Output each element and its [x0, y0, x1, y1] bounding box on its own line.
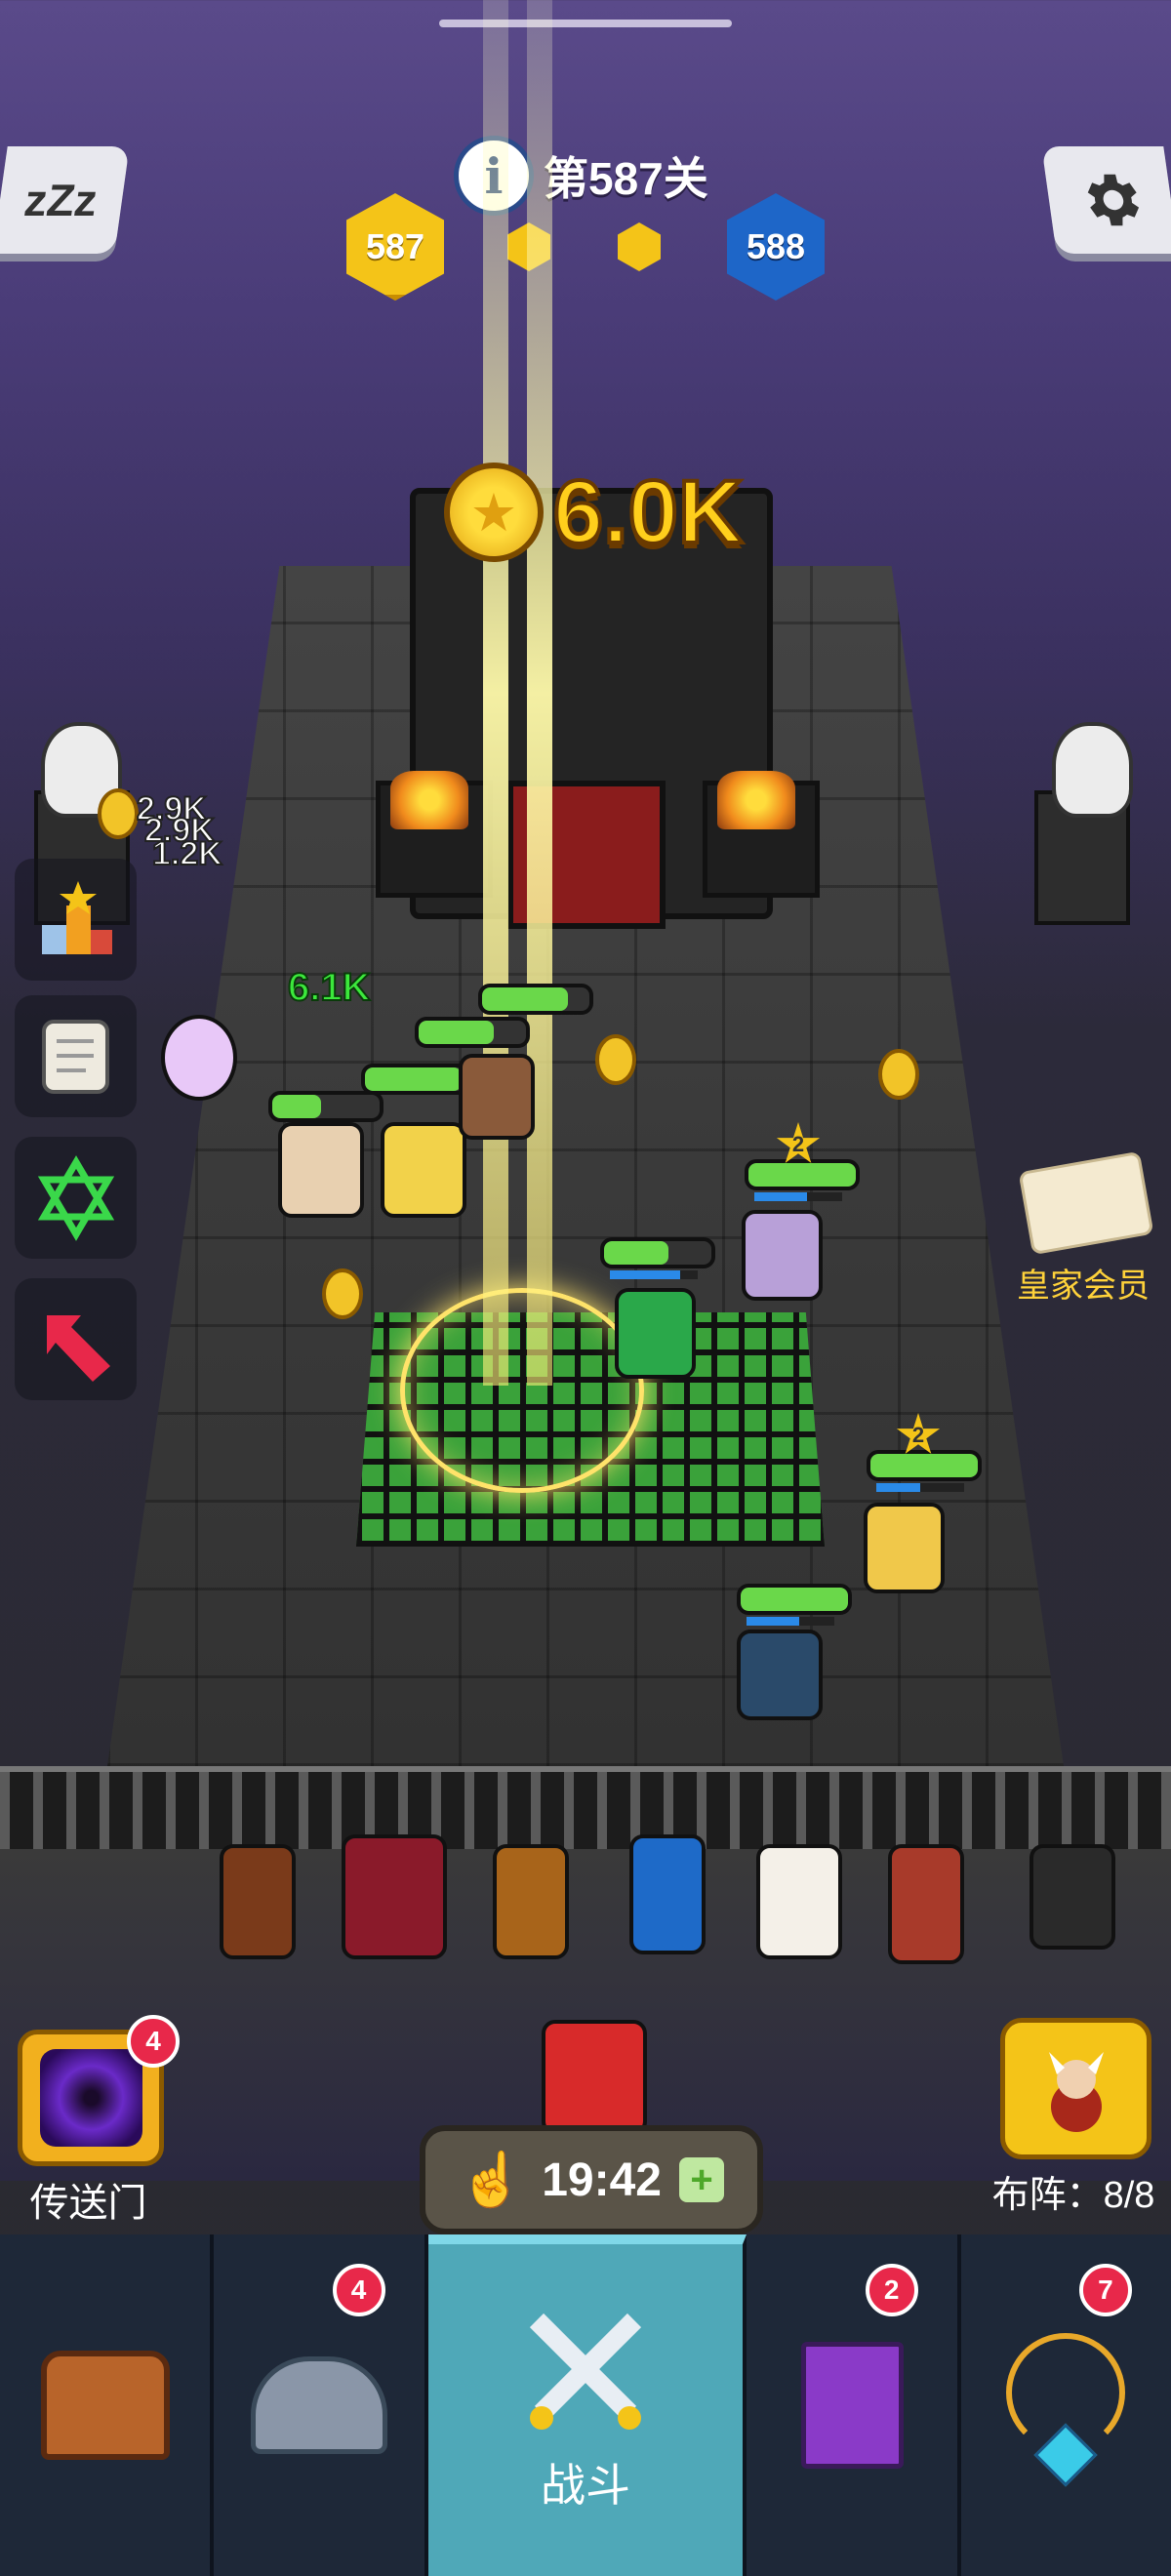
nav-badge: 2 [865, 2264, 918, 2316]
reward-amount: 6.0K [551, 461, 745, 564]
enemy-unit-blue [737, 1630, 823, 1720]
nav-badge: 4 [332, 2264, 385, 2316]
red-arrow-icon [46, 1314, 110, 1382]
hp-bar [745, 1159, 860, 1190]
mana-bar [754, 1192, 842, 1201]
float-damage: 6.1K [287, 965, 371, 1010]
nav-item-chest[interactable] [0, 2234, 215, 2576]
sleep-button[interactable]: zZz [0, 146, 130, 254]
quest-scroll-button[interactable] [15, 995, 137, 1117]
light-beam-1 [483, 0, 508, 1386]
timer-value: 19:42 [542, 2153, 662, 2206]
hp-bar [268, 1091, 384, 1122]
bench-unit-6[interactable] [888, 1844, 964, 1964]
hero-unit-blonde [381, 1122, 466, 1218]
hp-bar [600, 1237, 715, 1268]
coin-drop-icon [595, 1034, 636, 1085]
mana-bar [610, 1270, 698, 1279]
light-beam-2 [527, 0, 552, 1386]
trophy-button[interactable] [15, 859, 137, 981]
coin-drop-icon [322, 1268, 363, 1319]
coin-drop-icon [878, 1049, 919, 1100]
hp-bar [415, 1017, 530, 1048]
bench-unit-4[interactable] [629, 1834, 706, 1954]
bench-unit-red-demon[interactable] [542, 2020, 647, 2135]
treasure-chest-icon [40, 2351, 170, 2460]
fire-right [717, 771, 795, 829]
add-time-button[interactable]: + [679, 2157, 724, 2202]
next-level-hex: 588 [727, 193, 825, 301]
enemy-unit-gold [864, 1503, 945, 1593]
float-gold-c: 1.2K [151, 834, 223, 873]
enemy-unit-purple [742, 1210, 823, 1301]
mana-bar [876, 1483, 964, 1492]
hexagram-button[interactable] [15, 1137, 137, 1259]
portal-badge: 4 [127, 2015, 180, 2068]
level-label: 第587关 [544, 153, 708, 204]
reward-counter: ★ 6.0K [444, 459, 745, 566]
formation-label: 布阵：8/8 [991, 2175, 1155, 2216]
winged-helmet-icon [250, 2356, 387, 2454]
formation-button[interactable] [1000, 2018, 1151, 2159]
viking-hero-icon [1048, 2051, 1104, 2132]
sleep-zzz-icon: zZz [20, 175, 101, 225]
auto-timer[interactable]: ☝ 19:42 + [420, 2125, 763, 2234]
bottom-nav: 4 战斗 2 7 [0, 2234, 1171, 2576]
boost-arrow-button[interactable] [15, 1278, 137, 1400]
nav-item-amulet[interactable]: 7 [961, 2234, 1171, 2576]
hp-bar [478, 984, 593, 1015]
nav-item-battle[interactable]: 战斗 [427, 2234, 747, 2576]
hero-unit-green [615, 1288, 696, 1379]
gold-coin-icon: ★ [444, 463, 544, 562]
bench-unit-7[interactable] [1030, 1844, 1115, 1950]
hp-bar [867, 1450, 982, 1481]
royal-member-button[interactable] [1018, 1150, 1154, 1256]
settings-button[interactable] [1041, 146, 1171, 254]
trophy-icon [41, 880, 112, 954]
bench-unit-3[interactable] [493, 1844, 569, 1959]
hero-unit-warrior [278, 1122, 364, 1218]
gear-icon [1087, 174, 1139, 226]
hexagram-icon [37, 1154, 114, 1241]
golden-aura [400, 1288, 644, 1493]
scroll-map-icon [42, 1020, 109, 1094]
crossed-swords-icon [529, 2313, 642, 2430]
coin-drop-icon [98, 788, 139, 839]
hp-bar [737, 1584, 852, 1615]
nav-item-heroes[interactable]: 4 [214, 2234, 428, 2576]
spellbook-icon [800, 2342, 904, 2469]
ghost-enemy [161, 1015, 237, 1101]
mana-bar [747, 1617, 834, 1626]
bench-unit-1[interactable] [220, 1844, 296, 1959]
nav-label-battle: 战斗 [540, 2460, 630, 2511]
current-level-hex: 587 [346, 193, 444, 301]
nav-badge: 7 [1078, 2264, 1132, 2316]
nav-item-spellbook[interactable]: 2 [747, 2234, 961, 2576]
fire-left [390, 771, 468, 829]
hero-unit-archer [459, 1054, 535, 1140]
portal-label: 传送门 [29, 2182, 147, 2225]
progress-hex-2 [618, 222, 661, 271]
portal-vortex-icon [39, 2049, 142, 2147]
iron-fence [0, 1766, 1171, 1856]
tap-hand-icon: ☝ [458, 2150, 525, 2209]
royal-member-label[interactable]: 皇家会员 [990, 1259, 1171, 1307]
bench-unit-2[interactable] [342, 1834, 447, 1959]
bench-unit-5[interactable] [756, 1844, 842, 1959]
skull-right-icon [1052, 722, 1133, 818]
